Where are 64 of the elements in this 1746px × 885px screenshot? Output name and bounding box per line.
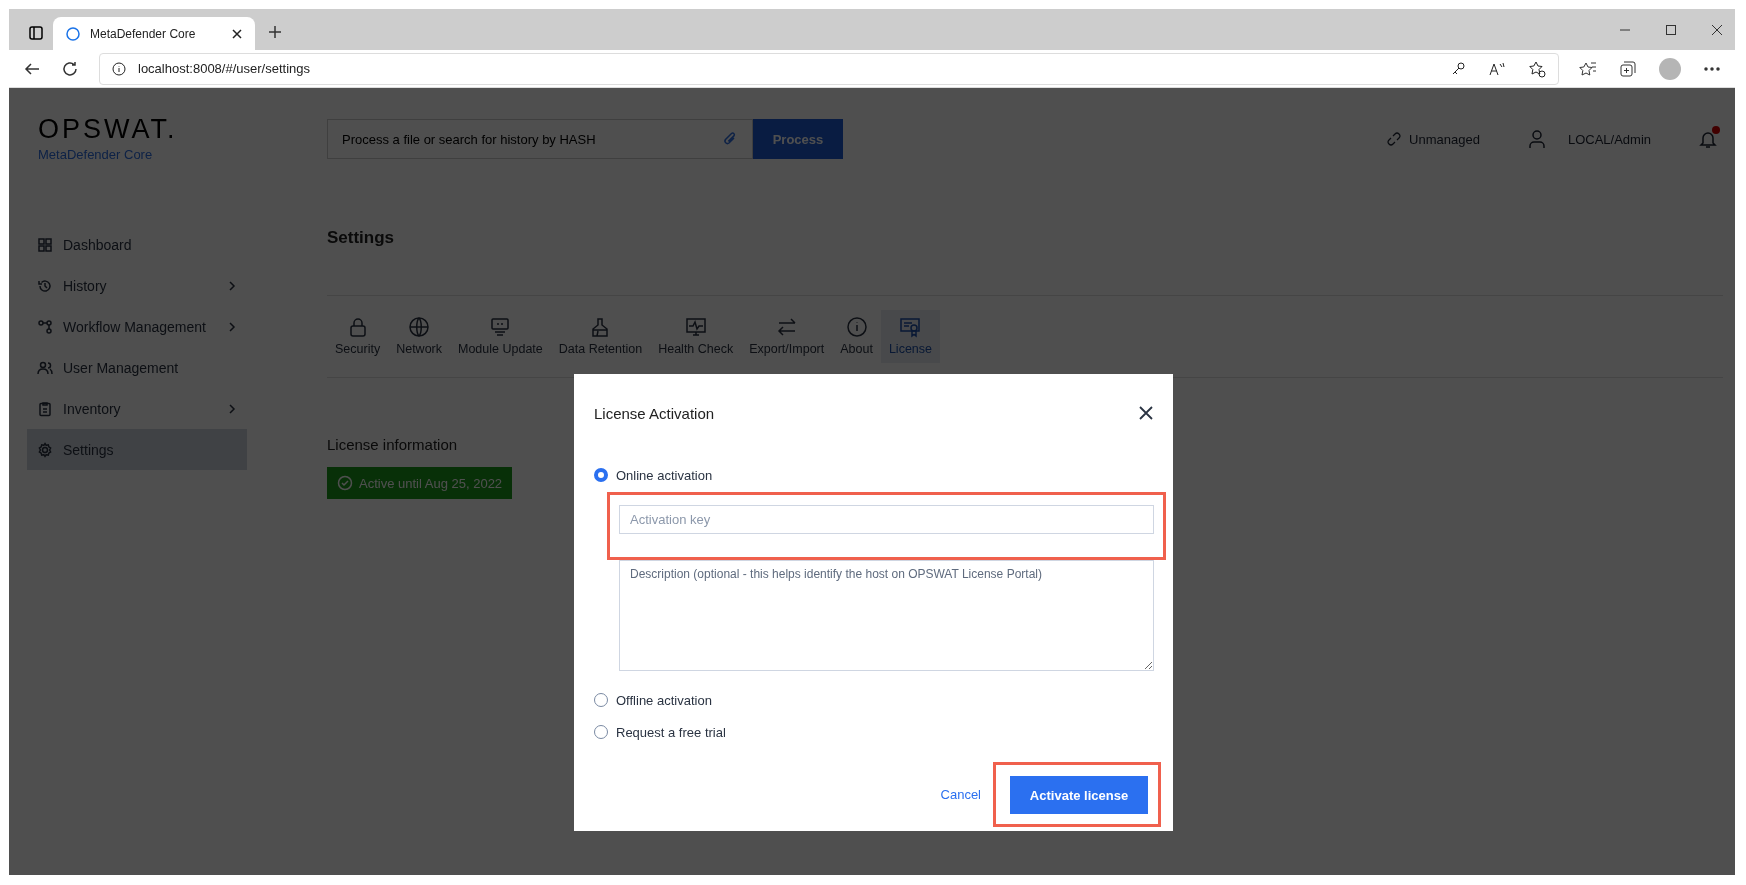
settings-tab[interactable]: Network bbox=[388, 310, 450, 363]
activation-key-field[interactable]: Activation key bbox=[619, 505, 1154, 534]
management-status: Unmanaged bbox=[1409, 131, 1480, 147]
tab-title: MetaDefender Core bbox=[90, 26, 197, 41]
history-icon bbox=[37, 277, 53, 294]
settings-tab[interactable]: Data Retention bbox=[550, 310, 651, 363]
key-icon[interactable] bbox=[1450, 60, 1466, 77]
favorite-add-icon[interactable] bbox=[1528, 59, 1546, 78]
radio-option[interactable]: Online activation bbox=[594, 464, 713, 486]
loading-icon bbox=[65, 25, 81, 42]
section-heading: License information bbox=[327, 436, 458, 453]
health-monitor-icon bbox=[684, 316, 707, 338]
settings-tab[interactable]: Module Update bbox=[450, 310, 551, 363]
logo: OPSWAT. bbox=[38, 116, 179, 143]
search-field[interactable]: Process a file or search for history by HASH bbox=[327, 119, 753, 159]
favorites-icon[interactable] bbox=[1579, 59, 1597, 78]
browser-tab[interactable]: MetaDefender Core bbox=[53, 17, 255, 50]
settings-tab[interactable]: License bbox=[880, 310, 940, 363]
clipboard-icon bbox=[37, 400, 53, 417]
new-tab-icon[interactable] bbox=[267, 24, 283, 40]
radio-option[interactable]: Request a free trial bbox=[594, 721, 726, 743]
address-bar[interactable]: localhost:8008/#/user/settings bbox=[99, 52, 1559, 85]
dialog-title: License Activation bbox=[594, 404, 715, 422]
unlink-icon bbox=[1387, 132, 1402, 146]
collections-icon[interactable] bbox=[1619, 59, 1637, 78]
close-icon[interactable] bbox=[1138, 405, 1154, 421]
dashboard-icon bbox=[37, 236, 53, 253]
license-status-badge: Active until Aug 25, 2022 bbox=[327, 467, 513, 499]
info-icon bbox=[845, 316, 868, 338]
sidebar-toggle-icon[interactable] bbox=[28, 25, 44, 41]
url-text: localhost:8008/#/user/settings bbox=[138, 61, 311, 76]
page-title: Settings bbox=[327, 227, 396, 249]
sidebar-item[interactable]: Inventory bbox=[27, 388, 247, 429]
sidebar-item[interactable]: Workflow Management bbox=[27, 306, 247, 347]
info-icon bbox=[112, 61, 126, 76]
settings-tab[interactable]: Export/Import bbox=[741, 310, 833, 363]
product-name: MetaDefender Core bbox=[38, 147, 154, 162]
radio-option[interactable]: Offline activation bbox=[594, 689, 712, 711]
description-field[interactable]: Description (optional - this helps identify the host on OPSWAT License Portal) bbox=[619, 560, 1154, 671]
user-name[interactable]: LOCAL/Admin bbox=[1567, 131, 1651, 147]
sidebar-item[interactable]: History bbox=[27, 265, 247, 306]
maximize-icon[interactable] bbox=[1665, 23, 1677, 36]
settings-tab[interactable]: Health Check bbox=[650, 310, 742, 363]
settings-tab[interactable]: About bbox=[832, 310, 881, 363]
sidebar-item[interactable]: Dashboard bbox=[27, 224, 247, 265]
swap-arrows-icon bbox=[775, 316, 798, 338]
close-icon[interactable] bbox=[1711, 23, 1723, 36]
close-icon[interactable] bbox=[231, 27, 243, 40]
sidebar-item[interactable]: User Management bbox=[27, 347, 247, 388]
workflow-icon bbox=[37, 318, 53, 335]
activate-license-button[interactable]: Activate license bbox=[1010, 776, 1148, 814]
settings-tab[interactable]: Security bbox=[327, 310, 389, 363]
read-aloud-icon[interactable] bbox=[1488, 60, 1506, 77]
check-circle-icon bbox=[337, 475, 353, 491]
globe-icon bbox=[408, 316, 431, 338]
radio-button[interactable] bbox=[594, 468, 608, 482]
reload-icon[interactable] bbox=[61, 59, 79, 78]
settings-icon bbox=[37, 441, 53, 458]
users-icon bbox=[37, 359, 53, 376]
user-icon bbox=[1527, 129, 1546, 149]
monitor-icon bbox=[489, 316, 512, 338]
certificate-icon bbox=[899, 316, 922, 338]
cancel-link[interactable]: Cancel bbox=[934, 786, 987, 803]
process-button[interactable]: Process bbox=[753, 119, 843, 159]
